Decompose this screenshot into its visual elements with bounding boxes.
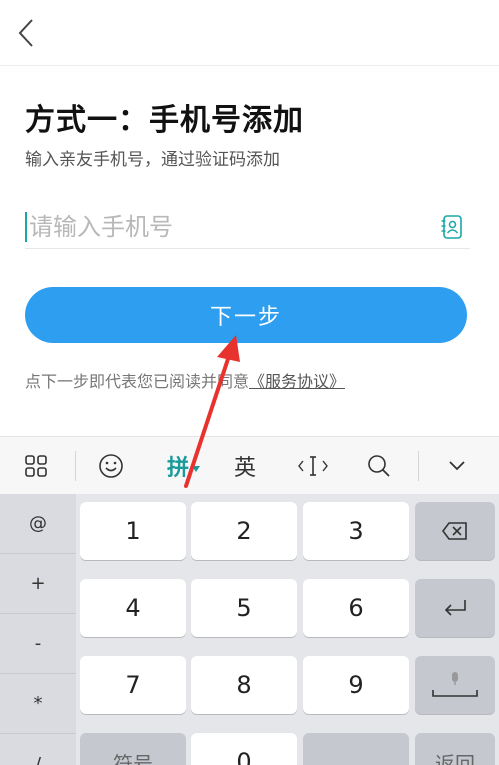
key-0[interactable]: 0 — [191, 733, 297, 765]
side-key-asterisk[interactable]: * — [0, 674, 76, 734]
pinyin-label: 拼 — [166, 456, 189, 481]
key-6[interactable]: 6 — [303, 579, 409, 637]
english-input-toggle[interactable]: 英 — [228, 447, 262, 485]
key-3[interactable]: 3 — [303, 502, 409, 560]
agreement-prefix: 点下一步即代表您已阅读并同意 — [25, 372, 250, 391]
backspace-button[interactable] — [415, 502, 495, 560]
key-5[interactable]: 5 — [191, 579, 297, 637]
contacts-book-icon[interactable] — [440, 214, 464, 240]
microphone-space-icon — [432, 672, 478, 697]
symbol-side-column: @ + - * / — [0, 494, 76, 765]
space-voice-button[interactable] — [415, 656, 495, 714]
side-key-minus[interactable]: - — [0, 614, 76, 674]
grid-menu-icon[interactable] — [18, 447, 54, 485]
enter-icon — [444, 600, 466, 616]
phone-input-wrapper — [25, 207, 470, 249]
top-nav — [0, 0, 499, 66]
phone-input[interactable] — [29, 207, 419, 247]
triangle-down-icon — [192, 466, 200, 472]
service-agreement-link[interactable]: 《服务协议》 — [249, 372, 345, 391]
key-2[interactable]: 2 — [191, 502, 297, 560]
cursor-move-icon[interactable] — [296, 447, 330, 485]
blank-key[interactable] — [303, 733, 409, 765]
key-8[interactable]: 8 — [191, 656, 297, 714]
back-arrow-icon[interactable] — [14, 16, 40, 50]
text-caret — [25, 212, 27, 242]
side-key-plus[interactable]: + — [0, 554, 76, 614]
keyboard-toolbar: 拼 英 — [0, 436, 499, 494]
key-1[interactable]: 1 — [80, 502, 186, 560]
search-icon[interactable] — [362, 447, 396, 485]
key-7[interactable]: 7 — [80, 656, 186, 714]
page-title: 方式一：手机号添加 — [25, 103, 304, 138]
return-key[interactable]: 返回 — [415, 733, 495, 765]
pinyin-input-toggle[interactable]: 拼 — [160, 447, 208, 485]
toolbar-divider — [75, 451, 76, 481]
number-keypad: @ + - * / 1 2 3 4 5 6 7 8 9 符号 0 返回 — [0, 494, 499, 765]
enter-button[interactable] — [415, 579, 495, 637]
collapse-keyboard-icon[interactable] — [440, 447, 474, 485]
agreement-text: 点下一步即代表您已阅读并同意《服务协议》 — [25, 368, 345, 392]
emoji-icon[interactable] — [92, 447, 130, 485]
side-key-at[interactable]: @ — [0, 494, 76, 554]
page-subtitle: 输入亲友手机号，通过验证码添加 — [25, 150, 280, 170]
key-9[interactable]: 9 — [303, 656, 409, 714]
next-step-button[interactable]: 下一步 — [25, 287, 467, 343]
side-key-slash[interactable]: / — [0, 734, 76, 765]
backspace-icon — [442, 522, 467, 540]
toolbar-divider — [418, 451, 419, 481]
key-4[interactable]: 4 — [80, 579, 186, 637]
symbol-key[interactable]: 符号 — [80, 733, 186, 765]
